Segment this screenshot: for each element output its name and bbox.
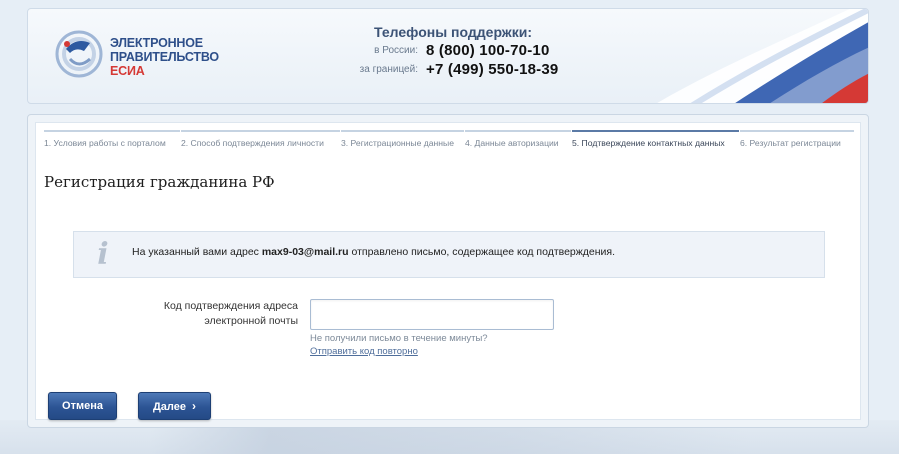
- flag-decoration: [657, 9, 868, 103]
- next-button-label: Далее: [152, 401, 187, 413]
- code-field-label: Код подтверждения адреса электронной поч…: [136, 299, 298, 329]
- phone-label-abroad: за границей:: [359, 64, 418, 75]
- info-text-suffix: отправлено письмо, содержащее код подтве…: [348, 246, 616, 258]
- next-button[interactable]: Далее ›: [138, 392, 211, 420]
- step-2: 2. Способ подтверждения личности: [181, 130, 340, 152]
- gerb-logo-icon[interactable]: [54, 29, 104, 79]
- phone-label-russia: в России:: [374, 45, 418, 56]
- skyline-decoration: [150, 428, 750, 454]
- logo-line-1: ЭЛЕКТРОННОЕ: [110, 36, 203, 50]
- info-text-prefix: На указанный вами адрес: [132, 246, 262, 258]
- step-5-active: 5. Подтверждение контактных данных: [572, 130, 739, 152]
- info-email: max9-03@mail.ru: [261, 246, 349, 258]
- info-text: На указанный вами адрес max9-03@mail.ru …: [132, 246, 615, 258]
- confirmation-code-input[interactable]: [310, 299, 554, 330]
- resend-hint: Не получили письмо в течение минуты?: [310, 333, 488, 344]
- step-6: 6. Результат регистрации: [740, 130, 854, 152]
- cancel-button[interactable]: Отмена: [48, 392, 117, 420]
- step-3: 3. Регистрационные данные: [341, 130, 464, 152]
- page-title: Регистрация гражданина РФ: [44, 173, 275, 191]
- logo-line-2: ПРАВИТЕЛЬСТВО: [110, 50, 219, 64]
- site-header: ЭЛЕКТРОННОЕ ПРАВИТЕЛЬСТВО ЕСИА Телефоны …: [27, 8, 869, 104]
- step-1: 1. Условия работы с порталом: [44, 130, 180, 152]
- step-4: 4. Данные авторизации: [465, 130, 571, 152]
- registration-steps: 1. Условия работы с порталом 2. Способ п…: [44, 130, 854, 152]
- info-icon: i: [97, 237, 109, 272]
- code-field-label-line-2: электронной почты: [204, 315, 298, 327]
- registration-panel: 1. Условия работы с порталом 2. Способ п…: [27, 114, 869, 428]
- phone-row-russia: в России: 8 (800) 100-70-10: [328, 42, 588, 60]
- support-phones-title: Телефоны поддержки:: [374, 24, 533, 40]
- phone-row-abroad: за границей: +7 (499) 550-18-39: [328, 61, 588, 79]
- code-field-label-line-1: Код подтверждения адреса: [163, 300, 298, 312]
- logo-text[interactable]: ЭЛЕКТРОННОЕ ПРАВИТЕЛЬСТВО ЕСИА: [110, 36, 219, 78]
- phone-number-russia: 8 (800) 100-70-10: [426, 42, 550, 59]
- info-message: i На указанный вами адрес max9-03@mail.r…: [73, 231, 825, 278]
- registration-form-container: 1. Условия работы с порталом 2. Способ п…: [35, 122, 861, 420]
- cancel-button-label: Отмена: [62, 400, 103, 412]
- resend-code-link[interactable]: Отправить код повторно: [310, 346, 418, 357]
- logo-line-3: ЕСИА: [110, 64, 145, 78]
- chevron-right-icon: ›: [192, 399, 197, 413]
- phone-number-abroad: +7 (499) 550-18-39: [426, 61, 559, 78]
